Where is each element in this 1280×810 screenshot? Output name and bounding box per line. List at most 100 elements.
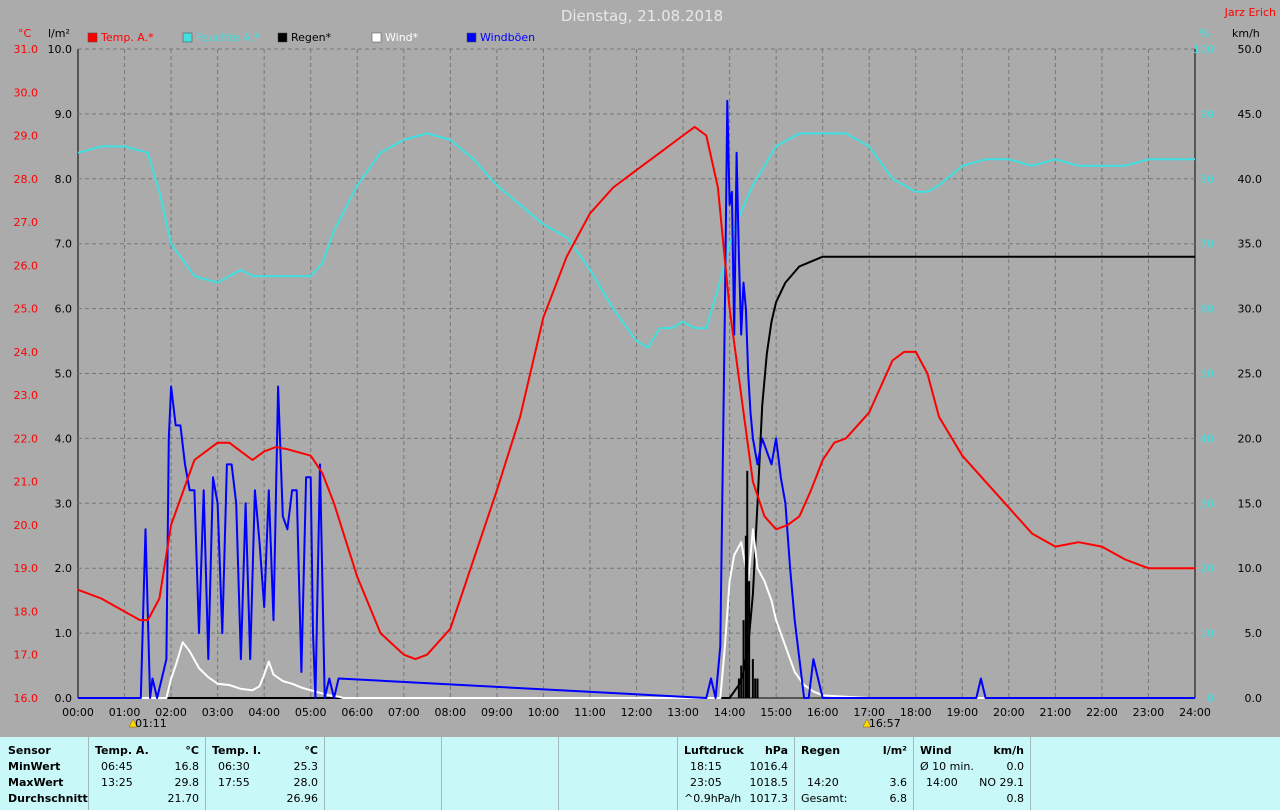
temp-tick-label: 26.0 (14, 259, 39, 272)
legend-swatch (277, 32, 288, 43)
rain-max-val: 3.6 (889, 776, 908, 789)
temp-unit: °C (18, 27, 32, 40)
x-tick-label: 10:00 (528, 706, 560, 719)
x-tick-label: 04:00 (248, 706, 280, 719)
wind-last-val: 0.8 (1006, 792, 1025, 805)
x-tick-label: 12:00 (621, 706, 653, 719)
temp-tick-label: 31.0 (14, 43, 39, 56)
temp-a-avg: 21.70 (167, 792, 200, 805)
pressure-min-val: 1016.4 (749, 760, 789, 773)
x-tick-label: 15:00 (760, 706, 792, 719)
wind-tick-label: 50.0 (1238, 43, 1263, 56)
x-tick-label: 08:00 (434, 706, 466, 719)
wind-max-time: 14:00 (926, 776, 958, 789)
legend-label: Wind* (385, 31, 419, 44)
x-tick-label: 16:00 (807, 706, 839, 719)
wind-column: Wind km/h Ø 10 min. 0.0 14:00 NO 29.1 0.… (914, 737, 1031, 810)
humidity-unit: % (1199, 27, 1209, 40)
temp-tick-label: 19.0 (14, 562, 39, 575)
temp-a-unit: °C (185, 744, 199, 757)
humidity-tick-label: 40 (1200, 432, 1214, 445)
temp-tick-label: 23.0 (14, 389, 39, 402)
rain-tick-label: 8.0 (55, 173, 73, 186)
rain-tick-label: 5.0 (55, 368, 73, 381)
temp-tick-label: 16.0 (14, 692, 39, 705)
temp-i-min-val: 25.3 (293, 760, 319, 773)
temp-tick-label: 25.0 (14, 303, 39, 316)
pressure-unit: hPa (764, 744, 788, 757)
temp-tick-label: 22.0 (14, 432, 39, 445)
wind-tick-label: 20.0 (1238, 432, 1263, 445)
x-tick-label: 23:00 (1133, 706, 1165, 719)
pressure-min-time: 18:15 (690, 760, 722, 773)
pressure-max-val: 1018.5 (749, 776, 789, 789)
sensor-column: Sensor MinWert MaxWert Durchschnitt (0, 737, 89, 810)
author-label: Jarz Erich (1224, 6, 1276, 19)
rain-column: Regen l/m² 14:20 3.6 Gesamt: 6.8 (795, 737, 914, 810)
pressure-header: Luftdruck (684, 744, 744, 757)
x-tick-label: 19:00 (946, 706, 978, 719)
temp-tick-label: 20.0 (14, 519, 39, 532)
wind-tick-label: 25.0 (1238, 368, 1263, 381)
sun-marker-label: 01:11 (135, 717, 167, 730)
temp-i-max-time: 17:55 (218, 776, 250, 789)
x-tick-label: 11:00 (574, 706, 606, 719)
temp-i-unit: °C (304, 744, 318, 757)
x-tick-label: 21:00 (1040, 706, 1072, 719)
x-tick-label: 24:00 (1179, 706, 1211, 719)
weather-chart: Dienstag, 21.08.2018 Jarz Erich °C l/m² … (0, 0, 1280, 737)
rain-unit: l/m² (882, 744, 907, 757)
row-label-avg: Durchschnitt (8, 792, 88, 805)
humidity-tick-label: 100 (1193, 43, 1214, 56)
x-tick-label: 03:00 (202, 706, 234, 719)
x-tick-label: 09:00 (481, 706, 513, 719)
rain-tick-label: 3.0 (55, 497, 73, 510)
wind-tick-label: 45.0 (1238, 108, 1263, 121)
sun-marker-label: 16:57 (869, 717, 901, 730)
wind-tick-label: 30.0 (1238, 303, 1263, 316)
temp-tick-label: 21.0 (14, 476, 39, 489)
x-tick-label: 05:00 (295, 706, 327, 719)
x-tick-label: 00:00 (62, 706, 94, 719)
rain-tick-label: 2.0 (55, 562, 73, 575)
temp-i-header: Temp. I. (212, 744, 262, 757)
temp-i-max-val: 28.0 (293, 776, 319, 789)
rain-header: Regen (801, 744, 841, 757)
temp-i-avg: 26.96 (286, 792, 319, 805)
rain-max-time: 14:20 (807, 776, 839, 789)
temp-a-header: Temp. A. (95, 744, 149, 757)
wind-tick-label: 10.0 (1238, 562, 1263, 575)
empty-column-1 (325, 737, 442, 810)
empty-column-3 (559, 737, 678, 810)
empty-column-2 (442, 737, 559, 810)
temp-a-max-time: 13:25 (101, 776, 133, 789)
rain-total-val: 6.8 (889, 792, 908, 805)
rain-total-label: Gesamt: (801, 792, 848, 805)
x-tick-label: 14:00 (714, 706, 746, 719)
sensor-header: Sensor (8, 744, 51, 757)
wind-tick-label: 5.0 (1245, 627, 1263, 640)
temp-tick-label: 17.0 (14, 649, 39, 662)
rain-tick-label: 1.0 (55, 627, 73, 640)
legend-swatch (87, 32, 98, 43)
legend-label: Windböen (480, 31, 535, 44)
temp-i-column: Temp. I. °C 06:30 25.3 17:55 28.0 26.96 (206, 737, 325, 810)
temp-a-min-time: 06:45 (101, 760, 133, 773)
wind-unit: km/h (1232, 27, 1260, 40)
wind-tick-label: 15.0 (1238, 497, 1263, 510)
statistics-table: Sensor MinWert MaxWert Durchschnitt Temp… (0, 737, 1280, 810)
legend-label: Regen* (291, 31, 332, 44)
wind-tick-label: 0.0 (1245, 692, 1263, 705)
legend-swatch (371, 32, 382, 43)
x-tick-label: 18:00 (900, 706, 932, 719)
chart-title: Dienstag, 21.08.2018 (561, 7, 723, 25)
rain-tick-label: 4.0 (55, 432, 73, 445)
pressure-trend-val: 1017.3 (749, 792, 789, 805)
humidity-tick-label: 90 (1200, 108, 1214, 121)
x-tick-label: 13:00 (667, 706, 699, 719)
legend-swatch (466, 32, 477, 43)
wind-avg-label: Ø 10 min. (920, 760, 974, 773)
temp-tick-label: 30.0 (14, 86, 39, 99)
wind-header: Wind (920, 744, 952, 757)
wind-avg-val: 0.0 (1006, 760, 1025, 773)
